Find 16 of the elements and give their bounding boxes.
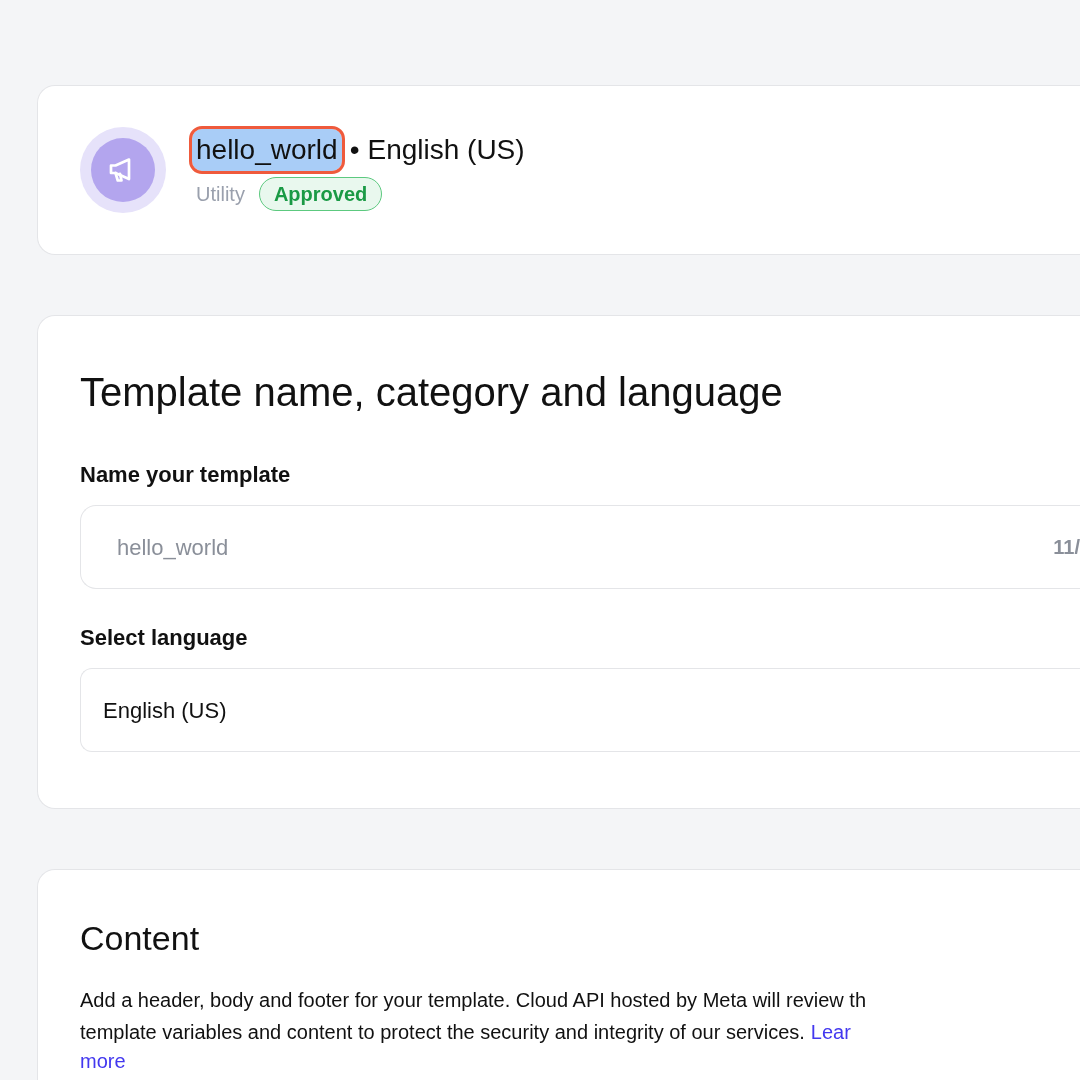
character-counter: 11/ <box>1053 535 1080 560</box>
section-title: Template name, category and language <box>80 369 784 416</box>
separator-dot: • <box>349 133 360 167</box>
field-label: Select language <box>80 624 249 652</box>
language-select[interactable]: English (US) <box>80 668 1080 752</box>
description-text: Add a header, body and footer for your template. Cloud API hosted by Meta will review th <box>80 988 866 1013</box>
section-title: Content <box>80 918 201 959</box>
learn-more-link[interactable]: more <box>80 1048 126 1074</box>
template-language: English (US) <box>367 133 525 167</box>
learn-more-link[interactable]: Lear <box>810 1016 851 1048</box>
input-value: hello_world <box>117 533 229 562</box>
template-name: hello_world <box>192 129 342 171</box>
status-badge: Approved <box>258 177 383 211</box>
field-label: Name your template <box>80 461 292 489</box>
category-label: Utility <box>196 182 245 207</box>
description-text: template variables and content to protect the security and integrity of our services. <box>80 1020 805 1045</box>
